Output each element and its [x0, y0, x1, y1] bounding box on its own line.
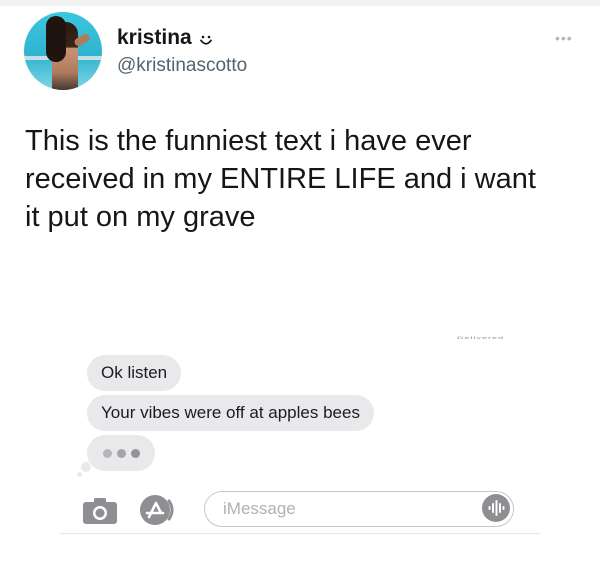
tweet-text-line: received in my ENTIRE LIFE and i want: [25, 163, 536, 195]
top-divider: [0, 0, 600, 6]
message-bubble: Ok listen: [87, 355, 182, 391]
typing-tail-small: [77, 472, 82, 477]
tweet-screenshot: kristina @kristinascotto ••• This is the…: [0, 0, 600, 564]
typing-indicator: [87, 435, 155, 471]
author-handle[interactable]: @kristinascotto: [117, 55, 247, 77]
smile-icon: [198, 30, 214, 46]
typing-dot: [117, 449, 126, 458]
camera-icon[interactable]: [82, 497, 118, 525]
bottom-divider: [60, 533, 540, 534]
more-dots-icon[interactable]: •••: [555, 30, 573, 46]
app-store-icon[interactable]: [137, 493, 177, 527]
typing-dot: [103, 449, 112, 458]
delivered-label: Delivered: [457, 336, 505, 340]
typing-dot: [131, 449, 140, 458]
tweet-text-line: it put on my grave: [25, 201, 256, 233]
avatar-hair: [46, 16, 66, 62]
imessage-placeholder: iMessage: [223, 499, 296, 518]
tweet-body: This is the funniest text i have ever re…: [25, 122, 585, 236]
tweet-text-line: This is the funniest text i have ever: [25, 125, 472, 157]
author-name-row[interactable]: kristina: [117, 26, 214, 50]
imessage-input[interactable]: iMessage: [204, 491, 514, 527]
author-display-name[interactable]: kristina: [117, 26, 192, 50]
audio-waveform-icon[interactable]: [482, 494, 510, 522]
message-bubble: Your vibes were off at apples bees: [87, 395, 374, 431]
avatar[interactable]: [24, 12, 102, 90]
